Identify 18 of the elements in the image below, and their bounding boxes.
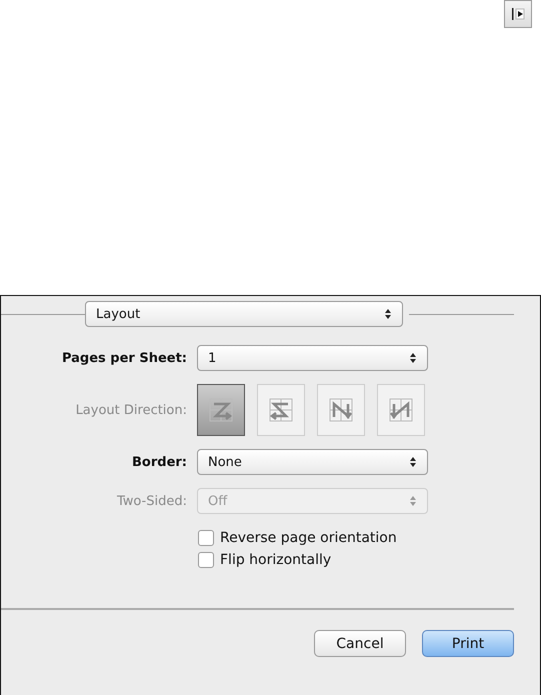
checkbox-label: Reverse page orientation [220,530,397,546]
popup-menu[interactable]: Layout [85,301,403,327]
field-label: Layout Direction: [76,402,187,418]
checkbox[interactable] [198,552,214,568]
checkbox-label: Flip horizontally [220,552,332,568]
field-label: Two-Sided: [116,494,187,508]
checkbox[interactable] [198,530,214,546]
sidebar-toggle-icon[interactable] [504,0,532,28]
field-label: Pages per Sheet: [62,350,187,366]
up-down-arrows-icon [409,495,417,507]
popup-menu[interactable]: None [197,449,428,475]
up-down-arrows-icon [409,456,417,468]
dialog-button[interactable]: Print [422,630,514,657]
dialog-button[interactable]: Cancel [314,630,406,657]
popup-menu[interactable]: 1 [197,345,428,371]
up-down-arrows-icon [409,352,417,364]
up-down-arrows-icon [384,308,392,320]
field-label: Border: [132,454,187,470]
